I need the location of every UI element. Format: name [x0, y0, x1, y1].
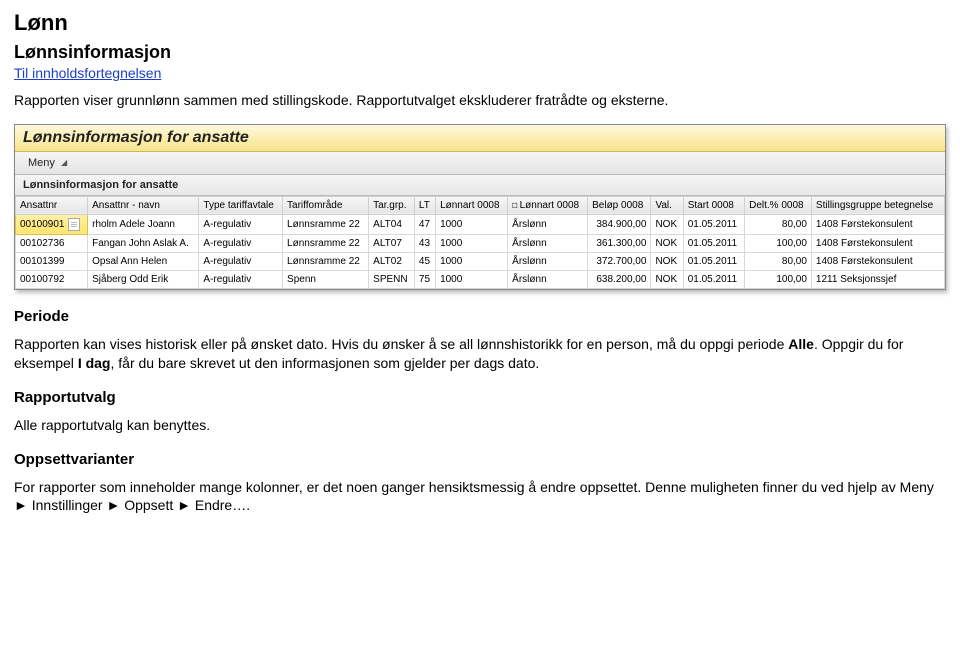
table-column-header[interactable]: Ansattnr [16, 196, 88, 214]
table-column-header[interactable]: Tariffområde [283, 196, 369, 214]
cell-name: Sjåberg Odd Erik [88, 270, 199, 288]
cell-lt: 45 [414, 252, 435, 270]
cell-lonnart1: 1000 [436, 214, 508, 234]
cell-targrp: ALT04 [369, 214, 415, 234]
cell-tariffomrade: Lønnsramme 22 [283, 234, 369, 252]
cell-delt: 100,00 [745, 234, 812, 252]
cell-stilling: 1408 Førstekonsulent [811, 252, 944, 270]
section-heading-lonnsinfo: Lønnsinformasjon [14, 42, 946, 63]
cell-name: Opsal Ann Helen [88, 252, 199, 270]
cell-lonnart1: 1000 [436, 252, 508, 270]
cell-val: NOK [651, 252, 683, 270]
table-column-header[interactable]: Type tariffavtale [199, 196, 283, 214]
cell-start: 01.05.2011 [683, 270, 744, 288]
cell-belop: 384.900,00 [588, 214, 651, 234]
cell-type: A-regulativ [199, 270, 283, 288]
cell-tariffomrade: Lønnsramme 22 [283, 252, 369, 270]
table-header-row: AnsattnrAnsattnr - navnType tariffavtale… [16, 196, 945, 214]
page-title: Lønn [14, 10, 946, 36]
cell-belop: 361.300,00 [588, 234, 651, 252]
cell-lt: 75 [414, 270, 435, 288]
cell-start: 01.05.2011 [683, 252, 744, 270]
toc-link[interactable]: Til innholdsfortegnelsen [14, 65, 161, 81]
cell-lt: 43 [414, 234, 435, 252]
cell-lonnart1: 1000 [436, 234, 508, 252]
cell-stilling: 1408 Førstekonsulent [811, 234, 944, 252]
report-menubar: Meny ◢ [15, 152, 945, 175]
menu-button-label: Meny [28, 157, 55, 169]
rapportutvalg-paragraph: Alle rapportutvalg kan benyttes. [14, 416, 946, 435]
cell-name: rholm Adele Joann [88, 214, 199, 234]
chevron-down-icon: ◢ [61, 158, 67, 167]
cell-stilling: 1408 Førstekonsulent [811, 214, 944, 234]
table-column-header[interactable]: Start 0008 [683, 196, 744, 214]
cell-ansattnr: 00100901 [16, 214, 88, 234]
cell-delt: 80,00 [745, 252, 812, 270]
table-column-header[interactable]: Delt.% 0008 [745, 196, 812, 214]
cell-targrp: SPENN [369, 270, 415, 288]
periode-paragraph: Rapporten kan vises historisk eller på ø… [14, 335, 946, 373]
report-window-title: Lønnsinformasjon for ansatte [15, 125, 945, 152]
cell-val: NOK [651, 234, 683, 252]
intro-paragraph: Rapporten viser grunnlønn sammen med sti… [14, 91, 946, 110]
table-row[interactable]: 00100901rholm Adele JoannA-regulativLønn… [16, 214, 945, 234]
cell-type: A-regulativ [199, 214, 283, 234]
table-column-header[interactable]: Val. [651, 196, 683, 214]
cell-ansattnr: 00100792 [16, 270, 88, 288]
cell-lonnart2: Årslønn [508, 270, 588, 288]
table-column-header[interactable]: ◘Lønnart 0008 [508, 196, 588, 214]
table-column-header[interactable]: Ansattnr - navn [88, 196, 199, 214]
cell-start: 01.05.2011 [683, 234, 744, 252]
cell-belop: 372.700,00 [588, 252, 651, 270]
cell-lonnart2: Årslønn [508, 214, 588, 234]
report-subtitle: Lønnsinformasjon for ansatte [15, 175, 945, 196]
oppsett-paragraph: For rapporter som inneholder mange kolon… [14, 478, 946, 516]
cell-lt: 47 [414, 214, 435, 234]
cell-delt: 80,00 [745, 214, 812, 234]
cell-delt: 100,00 [745, 270, 812, 288]
cell-lonnart2: Årslønn [508, 252, 588, 270]
cell-ansattnr: 00102736 [16, 234, 88, 252]
cell-lonnart2: Årslønn [508, 234, 588, 252]
document-icon [68, 218, 80, 231]
table-column-header[interactable]: Beløp 0008 [588, 196, 651, 214]
table-column-header[interactable]: LT [414, 196, 435, 214]
section-heading-rapportutvalg: Rapportutvalg [14, 389, 946, 406]
cell-belop: 638.200,00 [588, 270, 651, 288]
pin-icon: ◘ [512, 200, 517, 210]
section-heading-oppsett: Oppsettvarianter [14, 451, 946, 468]
table-row[interactable]: 00101399Opsal Ann HelenA-regulativLønnsr… [16, 252, 945, 270]
cell-tariffomrade: Spenn [283, 270, 369, 288]
cell-type: A-regulativ [199, 252, 283, 270]
cell-val: NOK [651, 214, 683, 234]
report-screenshot: Lønnsinformasjon for ansatte Meny ◢ Lønn… [14, 124, 946, 290]
table-row[interactable]: 00102736Fangan John Aslak A.A-regulativL… [16, 234, 945, 252]
cell-ansattnr: 00101399 [16, 252, 88, 270]
cell-tariffomrade: Lønnsramme 22 [283, 214, 369, 234]
table-column-header[interactable]: Stillingsgruppe betegnelse [811, 196, 944, 214]
cell-type: A-regulativ [199, 234, 283, 252]
cell-targrp: ALT07 [369, 234, 415, 252]
cell-val: NOK [651, 270, 683, 288]
menu-button[interactable]: Meny ◢ [21, 155, 76, 171]
cell-targrp: ALT02 [369, 252, 415, 270]
section-heading-periode: Periode [14, 308, 946, 325]
table-column-header[interactable]: Tar.grp. [369, 196, 415, 214]
cell-stilling: 1211 Seksjonssjef [811, 270, 944, 288]
table-column-header[interactable]: Lønnart 0008 [436, 196, 508, 214]
cell-lonnart1: 1000 [436, 270, 508, 288]
table-row[interactable]: 00100792Sjåberg Odd ErikA-regulativSpenn… [16, 270, 945, 288]
report-table: AnsattnrAnsattnr - navnType tariffavtale… [15, 196, 945, 289]
cell-start: 01.05.2011 [683, 214, 744, 234]
cell-name: Fangan John Aslak A. [88, 234, 199, 252]
